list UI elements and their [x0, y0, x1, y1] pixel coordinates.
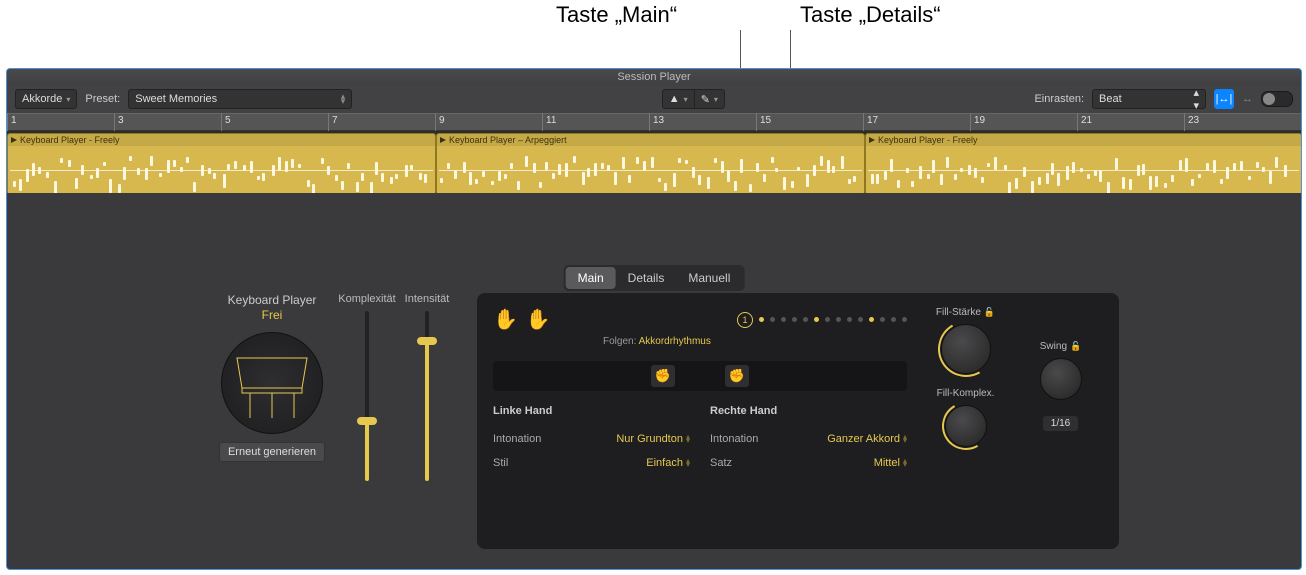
right-hand-button[interactable]: ✊	[725, 365, 749, 387]
snap-toggle[interactable]: |↔|	[1214, 89, 1234, 109]
variant-selector[interactable]: 1	[737, 312, 907, 328]
swing-knob[interactable]	[1040, 358, 1082, 400]
loop-icon	[11, 137, 17, 143]
variant-badge: 1	[737, 312, 753, 328]
left-intonation-value[interactable]: Nur Grundton▴▾	[616, 433, 690, 445]
swing-value[interactable]: 1/16	[1043, 416, 1078, 431]
left-hand-button[interactable]: ✊	[651, 365, 675, 387]
snap-value: Beat	[1099, 93, 1122, 105]
inspector-area: Main Details Manuell Keyboard Player Fre…	[7, 193, 1301, 569]
lock-icon[interactable]: 🔓	[1070, 341, 1081, 352]
intensity-column: Intensität	[397, 293, 457, 549]
player-column: Keyboard Player Frei Erneut generieren	[207, 293, 337, 549]
region-name: Keyboard Player – Arpeggiert	[449, 135, 567, 145]
ruler-tick: 23	[1184, 113, 1199, 131]
left-style-value[interactable]: Einfach▴▾	[646, 457, 690, 469]
player-label: Keyboard Player	[207, 293, 337, 307]
ruler-tick: 11	[542, 113, 556, 131]
ruler-tick: 17	[863, 113, 878, 131]
loop-icon	[440, 137, 446, 143]
lock-icon[interactable]: 🔓	[984, 307, 995, 318]
ruler-tick: 19	[970, 113, 985, 131]
regenerate-button[interactable]: Erneut generieren	[219, 442, 325, 462]
fill-strength-label: Fill-Stärke	[936, 307, 981, 318]
left-hand-section: Linke Hand Intonation Nur Grundton▴▾ Sti…	[493, 405, 690, 475]
ruler-tick: 1	[7, 113, 17, 131]
tab-details[interactable]: Details	[616, 267, 677, 289]
fill-complex-knob[interactable]	[945, 405, 987, 447]
ruler-tick: 13	[649, 113, 664, 131]
loop-icon	[869, 137, 875, 143]
right-hand-icon[interactable]: ✋	[526, 307, 551, 332]
ruler-tick: 7	[328, 113, 338, 131]
ruler[interactable]: 1 3 5 7 9 11 13 15 17 19 21 23	[7, 113, 1301, 131]
chords-menu[interactable]: Akkorde▾	[15, 89, 77, 109]
track-lane[interactable]: Keyboard Player - Freely Keyboard Player…	[7, 131, 1301, 195]
left-hand-icon[interactable]: ✋	[493, 307, 518, 332]
player-style[interactable]: Frei	[207, 308, 337, 322]
instrument-icon[interactable]	[221, 332, 323, 434]
window-title: Session Player	[7, 69, 1301, 85]
follow-value: Akkordrhythmus	[639, 336, 711, 347]
fill-complex-label: Fill-Komplex.	[923, 388, 1008, 399]
preset-label: Preset:	[85, 93, 120, 105]
ruler-tick: 5	[221, 113, 231, 131]
toolbar: Akkorde▾ Preset: Sweet Memories ▴▾ ▲▾ ✎▾…	[7, 85, 1301, 113]
region[interactable]: Keyboard Player - Freely	[865, 133, 1302, 195]
ruler-tick: 15	[756, 113, 771, 131]
region-name: Keyboard Player - Freely	[878, 135, 978, 145]
complexity-slider[interactable]	[365, 311, 369, 481]
swing-label: Swing	[1040, 341, 1067, 352]
hand-split: ✊ ✊	[493, 361, 907, 391]
left-hand-title: Linke Hand	[493, 405, 690, 417]
follow-row[interactable]: Folgen: Akkordrhythmus	[603, 336, 907, 347]
link-icon[interactable]: ↔	[1242, 93, 1253, 105]
follow-label: Folgen:	[603, 336, 636, 347]
intensity-slider[interactable]	[425, 311, 429, 481]
preset-value: Sweet Memories	[135, 93, 217, 105]
right-hand-title: Rechte Hand	[710, 405, 907, 417]
tab-main[interactable]: Main	[566, 267, 616, 289]
main-panel: ✋ ✋ 1 Folgen: Akkordrhythmus	[477, 293, 1119, 549]
ruler-tick: 21	[1077, 113, 1092, 131]
midi-preview	[8, 148, 435, 192]
pointer-tool[interactable]: ▲▾	[662, 89, 695, 109]
tool-group: ▲▾ ✎▾	[662, 89, 725, 109]
snap-select[interactable]: Beat ▴▾	[1092, 89, 1206, 109]
preset-select[interactable]: Sweet Memories ▴▾	[128, 89, 352, 109]
left-intonation-label: Intonation	[493, 433, 541, 445]
right-set-value[interactable]: Mittel▴▾	[874, 457, 907, 469]
region[interactable]: Keyboard Player – Arpeggiert	[436, 133, 865, 195]
ruler-tick: 9	[435, 113, 445, 131]
ruler-tick: 3	[114, 113, 124, 131]
right-set-label: Satz	[710, 457, 732, 469]
view-tabs: Main Details Manuell	[564, 265, 745, 291]
right-intonation-value[interactable]: Ganzer Akkord▴▾	[827, 433, 907, 445]
callout-main: Taste „Main“	[556, 2, 677, 28]
chords-label: Akkorde	[22, 93, 62, 105]
region[interactable]: Keyboard Player - Freely	[7, 133, 436, 195]
right-intonation-label: Intonation	[710, 433, 758, 445]
intensity-label: Intensität	[397, 293, 457, 305]
region-name: Keyboard Player - Freely	[20, 135, 120, 145]
catch-toggle[interactable]	[1261, 91, 1293, 107]
complexity-column: Komplexität	[337, 293, 397, 549]
left-style-label: Stil	[493, 457, 508, 469]
callout-details: Taste „Details“	[800, 2, 941, 28]
midi-preview	[866, 148, 1301, 192]
right-hand-section: Rechte Hand Intonation Ganzer Akkord▴▾ S…	[710, 405, 907, 475]
pencil-tool[interactable]: ✎▾	[695, 89, 725, 109]
tab-manual[interactable]: Manuell	[676, 267, 742, 289]
fill-strength-knob[interactable]	[941, 324, 991, 374]
snap-label: Einrasten:	[1034, 93, 1084, 105]
complexity-label: Komplexität	[337, 293, 397, 305]
session-player-editor: Session Player Akkorde▾ Preset: Sweet Me…	[6, 68, 1302, 570]
midi-preview	[437, 148, 864, 192]
